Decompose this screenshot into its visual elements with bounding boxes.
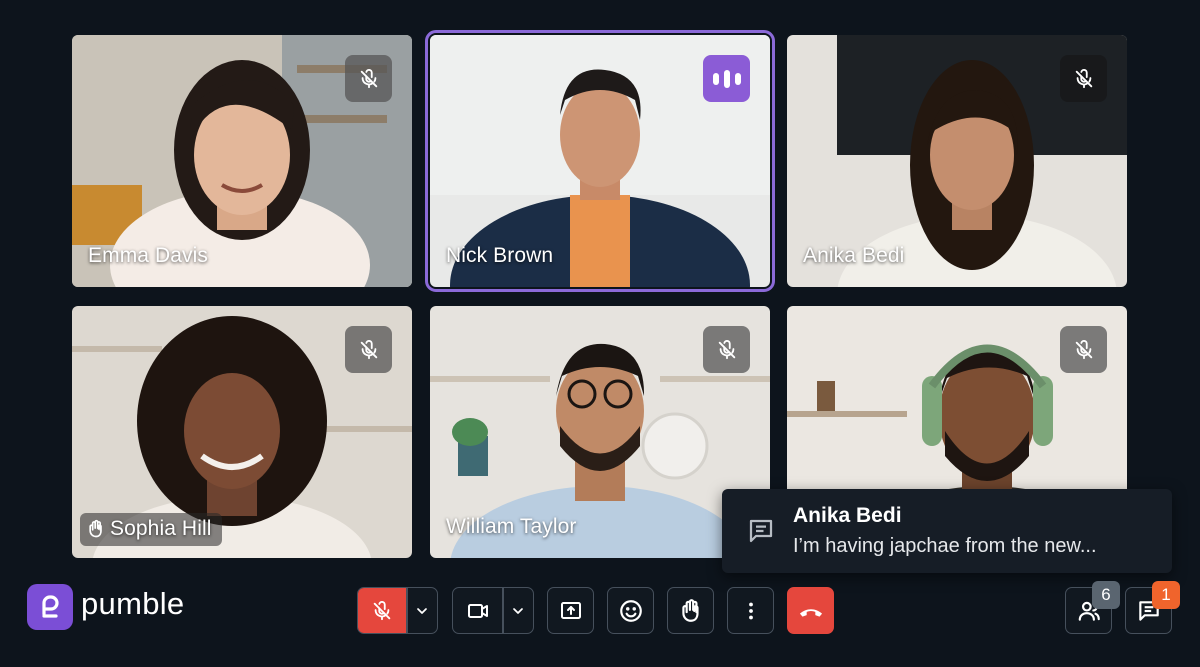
speaking-icon xyxy=(703,55,750,102)
mic-off-icon xyxy=(373,600,391,620)
mic-off-icon xyxy=(360,68,377,88)
share-screen-button[interactable] xyxy=(547,587,594,634)
raise-hand-icon xyxy=(89,519,102,538)
camera-toggle-button[interactable] xyxy=(453,588,502,633)
raise-hand-icon xyxy=(681,598,699,622)
muted-badge xyxy=(345,55,392,102)
chevron-down-icon xyxy=(513,607,524,614)
participant-tile-nick[interactable]: Nick Brown xyxy=(425,30,775,292)
logo-text: pumble xyxy=(81,586,185,621)
participant-name: Nick Brown xyxy=(446,244,554,267)
mic-off-icon xyxy=(360,339,377,359)
toast-message: I’m having japchae from the new... xyxy=(793,535,1097,557)
participant-tile-emma[interactable]: Emma Davis xyxy=(72,35,412,287)
participant-name: Emma Davis xyxy=(88,244,209,267)
participant-name: Anika Bedi xyxy=(803,244,905,267)
pumble-logo: pumble xyxy=(27,584,184,630)
message-icon xyxy=(749,519,773,543)
participant-tile-william[interactable]: William Taylor xyxy=(430,306,770,558)
mic-control xyxy=(357,587,438,634)
share-screen-icon xyxy=(560,601,581,619)
toast-sender: Anika Bedi xyxy=(793,504,902,527)
participant-tile-sophia[interactable]: Sophia Hill xyxy=(72,306,412,558)
video-camera-icon xyxy=(467,603,488,618)
mic-toggle-button[interactable] xyxy=(358,588,406,633)
muted-badge xyxy=(1060,55,1107,102)
reactions-button[interactable] xyxy=(607,587,654,634)
participant-name: Sophia Hill xyxy=(110,517,212,540)
chat-notification-toast[interactable]: Anika Bedi I’m having japchae from the n… xyxy=(722,489,1172,573)
camera-options-button[interactable] xyxy=(504,588,534,633)
muted-badge xyxy=(703,326,750,373)
emoji-icon xyxy=(619,599,642,622)
participant-name-pill: Sophia Hill xyxy=(80,513,222,546)
raise-hand-button[interactable] xyxy=(667,587,714,634)
chat-unread-badge: 1 xyxy=(1152,581,1180,609)
mic-options-button[interactable] xyxy=(408,588,438,633)
more-options-button[interactable] xyxy=(727,587,774,634)
chevron-down-icon xyxy=(417,607,428,614)
mic-off-icon xyxy=(718,339,735,359)
camera-control xyxy=(452,587,534,634)
leave-call-button[interactable] xyxy=(787,587,834,634)
hang-up-icon xyxy=(799,608,822,617)
more-vertical-icon xyxy=(748,602,753,619)
muted-badge xyxy=(345,326,392,373)
participants-count-badge: 6 xyxy=(1092,581,1120,609)
mic-off-icon xyxy=(1075,68,1092,88)
mic-off-icon xyxy=(1075,339,1092,359)
participant-name: William Taylor xyxy=(446,515,577,538)
participant-tile-anika[interactable]: Anika Bedi xyxy=(787,35,1127,287)
logo-mark xyxy=(27,584,73,630)
muted-badge xyxy=(1060,326,1107,373)
